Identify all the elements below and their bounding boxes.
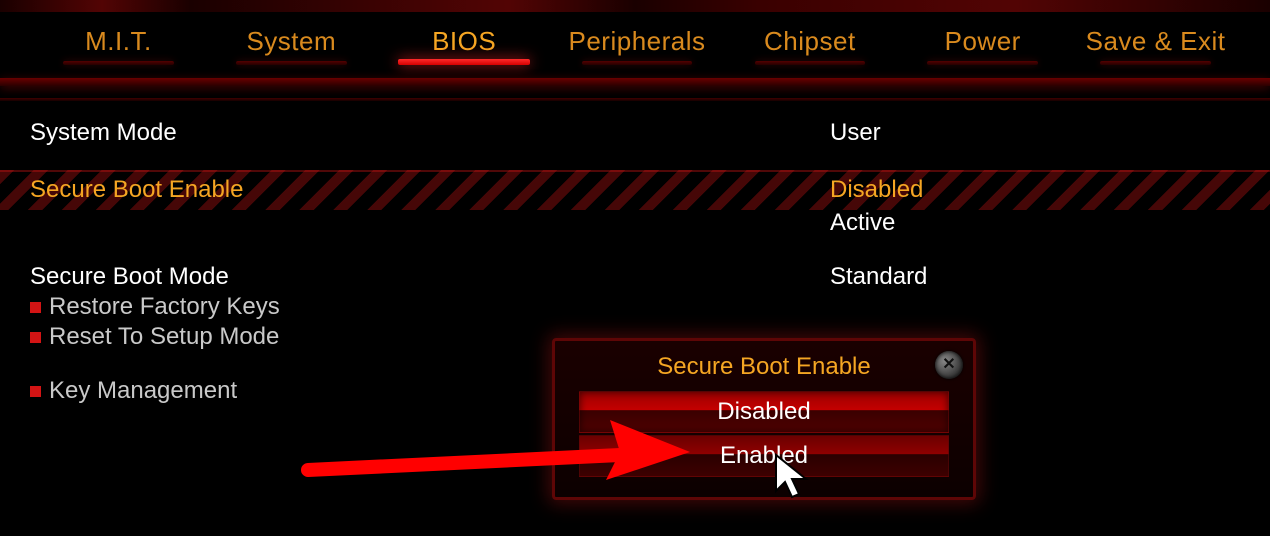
tab-underline <box>927 61 1038 65</box>
tab-underline <box>398 59 529 65</box>
tab-label: System <box>246 26 336 56</box>
tab-row: M.I.T. System BIOS Peripherals Chipset P… <box>0 18 1270 70</box>
option-label: Disabled <box>717 398 810 426</box>
tab-underline <box>755 61 866 65</box>
label-system-mode: System Mode <box>30 119 830 147</box>
row-secure-boot-state: Active <box>30 208 1240 238</box>
tab-system[interactable]: System <box>205 26 378 63</box>
divider-bar-thin <box>0 98 1270 101</box>
top-bar: M.I.T. System BIOS Peripherals Chipset P… <box>0 0 1270 104</box>
label-secure-boot-mode: Secure Boot Mode <box>30 263 830 291</box>
value-secure-boot-enable: Disabled <box>830 176 923 204</box>
tab-mit[interactable]: M.I.T. <box>32 26 205 63</box>
tab-save-exit[interactable]: Save & Exit <box>1069 26 1242 63</box>
tab-label: Power <box>945 26 1021 56</box>
submenu-marker-icon <box>30 386 41 397</box>
row-secure-boot-enable[interactable]: Secure Boot Enable Disabled <box>30 172 1240 208</box>
option-enabled[interactable]: Enabled <box>579 435 949 477</box>
tab-label: Save & Exit <box>1086 26 1226 56</box>
close-button[interactable]: ✕ <box>935 351 963 379</box>
tab-chipset[interactable]: Chipset <box>723 26 896 63</box>
tab-peripherals[interactable]: Peripherals <box>551 26 724 63</box>
value-system-mode: User <box>830 119 881 147</box>
tab-underline <box>236 61 347 65</box>
close-icon: ✕ <box>942 357 955 373</box>
text-reset-setup-mode: Reset To Setup Mode <box>49 323 279 350</box>
popup-title: Secure Boot Enable <box>657 353 870 380</box>
divider-bar <box>0 78 1270 86</box>
popup-options: Disabled Enabled <box>555 391 973 497</box>
row-restore-factory-keys[interactable]: Restore Factory Keys <box>30 292 1240 322</box>
option-disabled[interactable]: Disabled <box>579 391 949 433</box>
text-key-management: Key Management <box>49 377 237 404</box>
value-secure-boot-state: Active <box>830 209 895 237</box>
tab-power[interactable]: Power <box>896 26 1069 63</box>
label-restore-factory-keys: Restore Factory Keys <box>30 293 830 321</box>
row-system-mode[interactable]: System Mode User <box>30 118 1240 148</box>
tab-label: Chipset <box>764 26 856 56</box>
tab-label: Peripherals <box>569 26 706 56</box>
label-secure-boot-enable: Secure Boot Enable <box>30 176 830 204</box>
text-restore-factory-keys: Restore Factory Keys <box>49 293 280 320</box>
popup-header: Secure Boot Enable ✕ <box>555 341 973 391</box>
row-secure-boot-mode[interactable]: Secure Boot Mode Standard <box>30 262 1240 292</box>
value-secure-boot-mode: Standard <box>830 263 927 291</box>
tab-bios[interactable]: BIOS <box>378 26 551 63</box>
tab-underline <box>1100 61 1211 65</box>
tab-label: BIOS <box>432 26 496 56</box>
submenu-marker-icon <box>30 302 41 313</box>
popup-secure-boot-enable: Secure Boot Enable ✕ Disabled Enabled <box>552 338 976 500</box>
option-label: Enabled <box>720 442 808 470</box>
tab-underline <box>582 61 693 65</box>
tab-underline <box>63 61 174 65</box>
tab-label: M.I.T. <box>85 26 152 56</box>
top-ribbon <box>0 0 1270 12</box>
submenu-marker-icon <box>30 332 41 343</box>
